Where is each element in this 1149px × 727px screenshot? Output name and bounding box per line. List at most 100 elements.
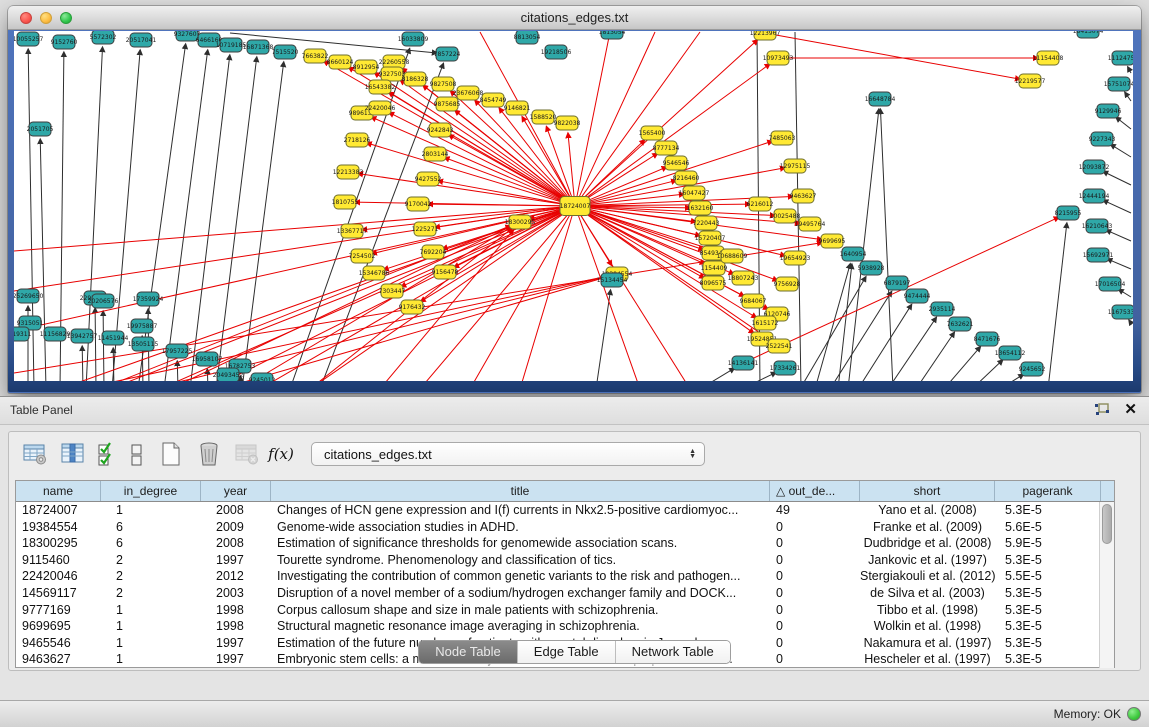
- network-node[interactable]: 9156478: [432, 265, 459, 279]
- network-node[interactable]: 8777134: [653, 141, 680, 155]
- network-node[interactable]: 11451944: [98, 331, 129, 345]
- column-header-title[interactable]: title: [271, 481, 770, 501]
- network-node[interactable]: 15346786: [359, 266, 390, 280]
- network-node[interactable]: 25269650: [14, 289, 43, 303]
- network-node[interactable]: 9827508: [430, 77, 457, 91]
- network-node[interactable]: 9170042: [405, 197, 432, 211]
- network-node[interactable]: 2051705: [27, 122, 54, 136]
- column-header-year[interactable]: year: [201, 481, 271, 501]
- network-node[interactable]: 11675335: [1108, 305, 1133, 319]
- network-node[interactable]: 9146821: [504, 101, 531, 115]
- network-node[interactable]: 22420046: [365, 101, 396, 115]
- network-node[interactable]: 1640954: [840, 247, 867, 261]
- network-node[interactable]: 1615172: [752, 316, 779, 330]
- network-node[interactable]: 17359924: [133, 292, 164, 306]
- network-node[interactable]: 16210643: [1082, 219, 1113, 233]
- network-node[interactable]: 16648784: [865, 92, 896, 106]
- network-node[interactable]: 13367717: [337, 224, 368, 238]
- network-node[interactable]: 1565400: [639, 126, 666, 140]
- network-node[interactable]: 12213383: [333, 165, 364, 179]
- network-node[interactable]: 11154408: [1033, 51, 1064, 65]
- network-node[interactable]: 7254502: [349, 249, 376, 263]
- column-header-in_degree[interactable]: in_degree: [101, 481, 201, 501]
- network-node[interactable]: 8454749: [480, 93, 507, 107]
- network-node[interactable]: 5572302: [90, 31, 117, 44]
- network-node[interactable]: 9245652: [1019, 362, 1046, 376]
- network-node[interactable]: 15751074: [1104, 77, 1133, 91]
- network-node[interactable]: 8471676: [974, 332, 1001, 346]
- network-node[interactable]: 19495764: [795, 217, 826, 231]
- network-node[interactable]: 9546546: [663, 156, 690, 170]
- network-node[interactable]: 10973493: [763, 51, 794, 65]
- network-node[interactable]: 19218506: [541, 45, 572, 59]
- network-node[interactable]: 9245012: [249, 373, 276, 381]
- tab-edge-table[interactable]: Edge Table: [518, 641, 616, 663]
- network-canvas[interactable]: 1005525791527605572302205170419327607646…: [14, 31, 1133, 381]
- network-node[interactable]: 7692204: [420, 245, 447, 259]
- network-node[interactable]: 2935114: [929, 302, 956, 316]
- tab-network-table[interactable]: Network Table: [616, 641, 730, 663]
- network-node[interactable]: 15720407: [695, 231, 726, 245]
- network-node[interactable]: 13942757: [67, 329, 98, 343]
- network-node[interactable]: 8186328: [402, 72, 429, 86]
- network-node[interactable]: 8215955: [1055, 206, 1082, 220]
- network-node[interactable]: 5938928: [858, 261, 885, 275]
- network-node[interactable]: 9875685: [434, 97, 461, 111]
- network-node[interactable]: 17334261: [770, 361, 801, 375]
- select-all-icon[interactable]: [95, 438, 119, 470]
- show-columns-icon[interactable]: [57, 438, 89, 470]
- network-node[interactable]: 8660124: [327, 55, 354, 69]
- network-node[interactable]: 1588520: [530, 110, 557, 124]
- network-node[interactable]: 12213967: [750, 31, 781, 40]
- create-new-attribute-icon[interactable]: [155, 438, 187, 470]
- network-node[interactable]: 9152760: [51, 35, 78, 49]
- network-node[interactable]: 14136141: [728, 356, 759, 370]
- network-node[interactable]: 12093872: [1079, 160, 1110, 174]
- network-node[interactable]: 8813054: [514, 31, 541, 44]
- network-node[interactable]: 7485063: [769, 131, 796, 145]
- network-node[interactable]: 11124757: [1108, 51, 1133, 65]
- column-header-out_de[interactable]: △ out_de...: [770, 481, 860, 501]
- network-node[interactable]: 9129946: [1095, 104, 1122, 118]
- network-node[interactable]: 7303447: [379, 284, 406, 298]
- close-panel-icon[interactable]: ✕: [1124, 402, 1137, 418]
- table-row[interactable]: 911546021997Tourette syndrome. Phenomeno…: [16, 552, 1114, 569]
- network-node[interactable]: 12219577: [1015, 74, 1046, 88]
- network-node[interactable]: 9822038: [554, 116, 581, 130]
- network-node[interactable]: 7632621: [947, 317, 974, 331]
- network-node[interactable]: 2803144: [422, 147, 449, 161]
- table-row[interactable]: 1872400712008Changes of HCN gene express…: [16, 502, 1114, 519]
- table-selector-dropdown[interactable]: citations_edges.txt ▲▼: [311, 442, 705, 466]
- column-header-name[interactable]: name: [16, 481, 101, 501]
- network-node[interactable]: 7515520: [272, 45, 299, 59]
- network-node[interactable]: 17957225: [162, 344, 193, 358]
- network-node[interactable]: 3919311: [14, 327, 32, 341]
- network-node[interactable]: 9242843: [427, 123, 454, 137]
- table-row[interactable]: 2242004622012Investigating the contribut…: [16, 568, 1114, 585]
- unselect-all-icon[interactable]: [125, 438, 149, 470]
- network-node[interactable]: 10055257: [14, 32, 43, 46]
- table-row[interactable]: 1456911722003Disruption of a novel membe…: [16, 585, 1114, 602]
- table-row[interactable]: 969969511998Structural magnetic resonanc…: [16, 618, 1114, 635]
- network-node[interactable]: 1225271: [412, 222, 439, 236]
- window-titlebar[interactable]: citations_edges.txt: [8, 6, 1141, 30]
- table-row[interactable]: 1938455462009Genome-wide association stu…: [16, 519, 1114, 536]
- network-node[interactable]: 6879197: [884, 276, 911, 290]
- network-node[interactable]: 9463627: [790, 189, 817, 203]
- network-node[interactable]: 13505115: [128, 337, 159, 351]
- network-node[interactable]: 9699695: [819, 234, 846, 248]
- network-node[interactable]: 18300295: [505, 215, 536, 229]
- network-node[interactable]: 1810755: [332, 195, 359, 209]
- tab-node-table[interactable]: Node Table: [419, 641, 518, 663]
- network-node[interactable]: 7220443: [693, 216, 720, 230]
- float-window-icon[interactable]: [1094, 403, 1110, 417]
- network-node[interactable]: 20206576: [88, 294, 119, 308]
- network-node[interactable]: 16958107: [192, 352, 223, 366]
- network-node[interactable]: 18724007: [560, 197, 591, 216]
- network-node[interactable]: 16047427: [679, 186, 710, 200]
- table-row[interactable]: 1830029562008Estimation of significance …: [16, 535, 1114, 552]
- network-node[interactable]: 12444194: [1079, 189, 1110, 203]
- network-node[interactable]: 2522541: [766, 339, 793, 353]
- network-node[interactable]: 13654112: [995, 346, 1026, 360]
- network-node[interactable]: 12975115: [780, 159, 811, 173]
